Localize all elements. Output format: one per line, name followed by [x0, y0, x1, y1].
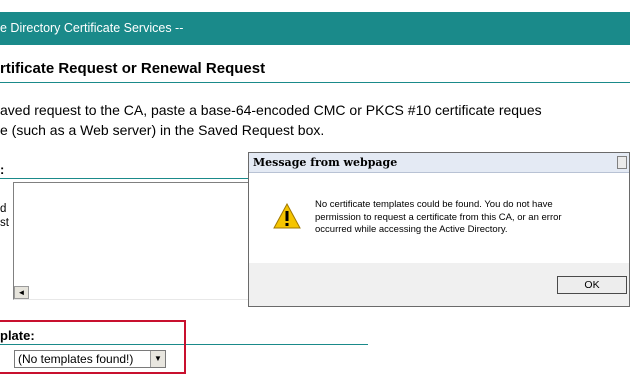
saved-request-heading: :: [0, 162, 5, 177]
section-title: rtificate Request or Renewal Request: [0, 60, 266, 77]
dialog-message: No certificate templates could be found.…: [315, 199, 562, 237]
dialog-message-line: No certificate templates could be found.…: [315, 199, 553, 210]
instructions-line-2: e (such as a Web server) in the Saved Re…: [0, 122, 325, 138]
ok-button[interactable]: OK: [557, 276, 627, 294]
ok-button-label: OK: [584, 279, 600, 291]
header-title: e Directory Certificate Services --: [0, 21, 184, 35]
instructions-line-1: aved request to the CA, paste a base-64-…: [0, 102, 542, 118]
close-icon[interactable]: [617, 156, 627, 169]
dialog-message-line: permission to request a certificate from…: [315, 211, 562, 223]
page-header: e Directory Certificate Services --: [0, 12, 630, 45]
dialog-body: No certificate templates could be found.…: [249, 173, 629, 263]
saved-request-divider: [0, 178, 250, 179]
saved-request-label-1: d: [0, 203, 7, 215]
dialog-titlebar: Message from webpage: [249, 153, 629, 173]
message-dialog: Message from webpage No certificate temp…: [248, 152, 630, 307]
saved-request-textarea[interactable]: [13, 182, 249, 300]
section-divider: [0, 82, 630, 83]
scroll-left-button[interactable]: ◄: [14, 286, 29, 299]
dialog-message-line: occurred while accessing the Active Dire…: [315, 224, 508, 235]
dialog-title: Message from webpage: [253, 156, 398, 169]
warning-icon: [273, 203, 301, 229]
saved-request-label-2: st: [0, 217, 9, 229]
highlight-box: [0, 320, 186, 374]
